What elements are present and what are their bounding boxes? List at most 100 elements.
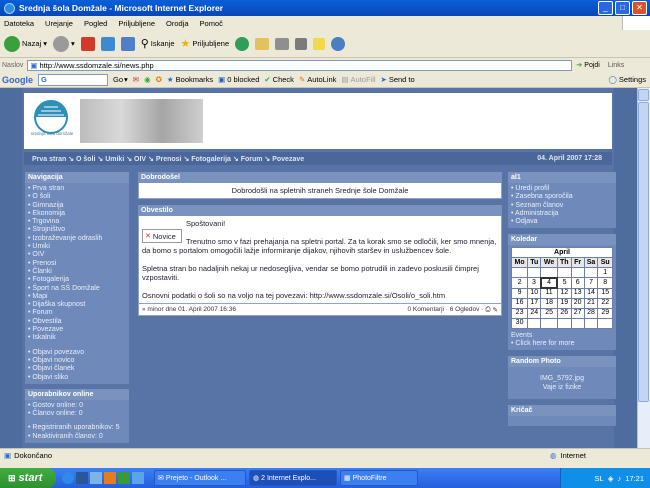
calendar-day[interactable]: 16: [510, 297, 529, 309]
nav-item[interactable]: • Iskalnik: [28, 334, 126, 342]
calendar-day[interactable]: 19: [556, 297, 572, 309]
menu-orodja[interactable]: Orodja: [166, 19, 189, 28]
calendar-day[interactable]: 3: [527, 277, 542, 289]
user-menu-item[interactable]: • Seznam članov: [511, 202, 613, 210]
notes-icon[interactable]: [313, 37, 326, 50]
messenger-icon[interactable]: [331, 36, 346, 51]
quicklaunch-desktop-icon[interactable]: [90, 472, 102, 484]
menu-urejanje[interactable]: Urejanje: [45, 19, 73, 28]
calendar-day[interactable]: 10: [527, 287, 542, 299]
google-news-icon[interactable]: ◉: [144, 75, 151, 84]
task-photofiltre[interactable]: ▦ PhotoFiltre: [340, 470, 418, 486]
calendar-day[interactable]: 6: [570, 277, 585, 289]
calendar-day[interactable]: 24: [527, 307, 542, 319]
nav-item[interactable]: • Umiki: [28, 243, 126, 251]
home-icon[interactable]: [120, 36, 135, 51]
edit-icon[interactable]: ✎: [493, 306, 498, 314]
events-link[interactable]: Click here for more: [515, 340, 574, 347]
user-menu-item[interactable]: • Odjava: [511, 218, 613, 226]
calendar-day[interactable]: 26: [556, 307, 572, 319]
nav-item[interactable]: • Gimnazija: [28, 202, 126, 210]
nav-item[interactable]: • Obvestila: [28, 318, 126, 326]
calendar-day[interactable]: 14: [583, 287, 599, 299]
history-icon[interactable]: [235, 36, 250, 51]
calendar-day[interactable]: 17: [527, 297, 542, 309]
scroll-up-arrow[interactable]: [638, 89, 649, 101]
user-menu-item[interactable]: • Zasebna sporočila: [511, 193, 613, 201]
nav-item[interactable]: • Povezave: [28, 326, 126, 334]
menu-priljubljene[interactable]: Priljubljene: [118, 19, 155, 28]
news-category-tag[interactable]: ✕ Novice: [142, 229, 182, 243]
nav-item[interactable]: • Ekonomija: [28, 210, 126, 218]
favorites-button[interactable]: ★ Priljubljene: [181, 37, 230, 50]
quicklaunch-app-icon[interactable]: [118, 472, 130, 484]
start-button[interactable]: ⊞ start: [0, 468, 56, 488]
calendar-day[interactable]: 25: [540, 307, 558, 319]
back-button[interactable]: Nazaj ▾: [4, 35, 47, 52]
nav-item[interactable]: • Članki: [28, 268, 126, 276]
user-menu-item[interactable]: • Administracija: [511, 210, 613, 218]
tray-network-icon[interactable]: ◈: [608, 474, 614, 483]
task-ie[interactable]: ◍ 2 Internet Explo...: [249, 470, 337, 486]
calendar-day[interactable]: 8: [597, 277, 613, 289]
calendar-day[interactable]: 4: [539, 276, 559, 290]
calendar-day[interactable]: 12: [556, 287, 572, 299]
quicklaunch-word-icon[interactable]: [76, 472, 88, 484]
calendar-day[interactable]: 18: [540, 297, 558, 309]
autofill-button[interactable]: ▤ AutoFill: [341, 75, 375, 84]
menu-datoteka[interactable]: Datoteka: [4, 19, 34, 28]
stop-icon[interactable]: [80, 36, 95, 51]
submit-item[interactable]: • Objavi povezavo: [28, 349, 126, 357]
forward-button[interactable]: ▾: [52, 35, 75, 52]
bookmarks-button[interactable]: ★ Bookmarks: [167, 75, 213, 84]
minimize-button[interactable]: _: [598, 1, 613, 15]
random-photo-filename[interactable]: IMG_5792.jpg: [511, 375, 613, 383]
nav-item[interactable]: • O šoli: [28, 193, 126, 201]
nav-item[interactable]: • Trgovina: [28, 218, 126, 226]
calendar-day[interactable]: 22: [597, 297, 613, 309]
nav-item[interactable]: • OIV: [28, 251, 126, 259]
nav-item[interactable]: • Forum: [28, 309, 126, 317]
calendar-day[interactable]: 23: [510, 307, 529, 319]
calendar-day[interactable]: 15: [597, 287, 613, 299]
task-outlook[interactable]: ✉ Prejeto - Outlook ...: [154, 470, 246, 486]
calendar-day[interactable]: 11: [540, 287, 558, 299]
autolink-button[interactable]: ✎ AutoLink: [299, 75, 336, 84]
news-stats[interactable]: 0 Komentarji · 6 Ogledov ·: [407, 306, 483, 313]
quicklaunch-media-icon[interactable]: [104, 472, 116, 484]
google-search-input[interactable]: G: [38, 73, 108, 86]
submit-item[interactable]: • Objavi novico: [28, 357, 126, 365]
tray-volume-icon[interactable]: ♪: [617, 474, 621, 483]
calendar-day[interactable]: 28: [583, 307, 599, 319]
menu-pomoc[interactable]: Pomoč: [200, 19, 223, 28]
print-icon[interactable]: [275, 37, 290, 50]
submit-item[interactable]: • Objavi članek: [28, 365, 126, 373]
print-icon[interactable]: ⎙: [485, 306, 490, 314]
calendar-day[interactable]: 5: [556, 277, 572, 289]
popup-blocker[interactable]: ▣ 0 blocked: [218, 75, 259, 84]
close-button[interactable]: ✕: [632, 1, 647, 15]
quicklaunch-messenger-icon[interactable]: [132, 472, 144, 484]
quicklaunch-ie-icon[interactable]: [62, 472, 74, 484]
mail-icon[interactable]: [255, 37, 270, 50]
links-label[interactable]: Links: [608, 62, 624, 69]
nav-item[interactable]: • Izobraževanje odraslih: [28, 235, 126, 243]
nav-item[interactable]: • Mapi: [28, 293, 126, 301]
nav-item[interactable]: • Prenosi: [28, 260, 126, 268]
google-page-icon[interactable]: ✪: [156, 75, 162, 84]
calendar-day[interactable]: 21: [583, 297, 599, 309]
nav-item[interactable]: • Strojništvo: [28, 226, 126, 234]
calendar-day[interactable]: 1: [597, 267, 613, 279]
nav-item[interactable]: • Šport na SŠ Domžale: [28, 285, 126, 293]
calendar-day[interactable]: 9: [510, 287, 529, 299]
language-indicator[interactable]: SL: [595, 474, 604, 483]
nav-item[interactable]: • Fotogalerija: [28, 276, 126, 284]
go-button[interactable]: ➔ Pojdi: [576, 61, 599, 70]
calendar-day[interactable]: 13: [570, 287, 585, 299]
nav-item[interactable]: • Prva stran: [28, 185, 126, 193]
maximize-button[interactable]: □: [615, 1, 630, 15]
calendar-day[interactable]: 29: [597, 307, 613, 319]
settings-button[interactable]: ◯ Settings: [608, 75, 650, 84]
menu-pogled[interactable]: Pogled: [84, 19, 107, 28]
user-menu-item[interactable]: • Uredi profil: [511, 185, 613, 193]
